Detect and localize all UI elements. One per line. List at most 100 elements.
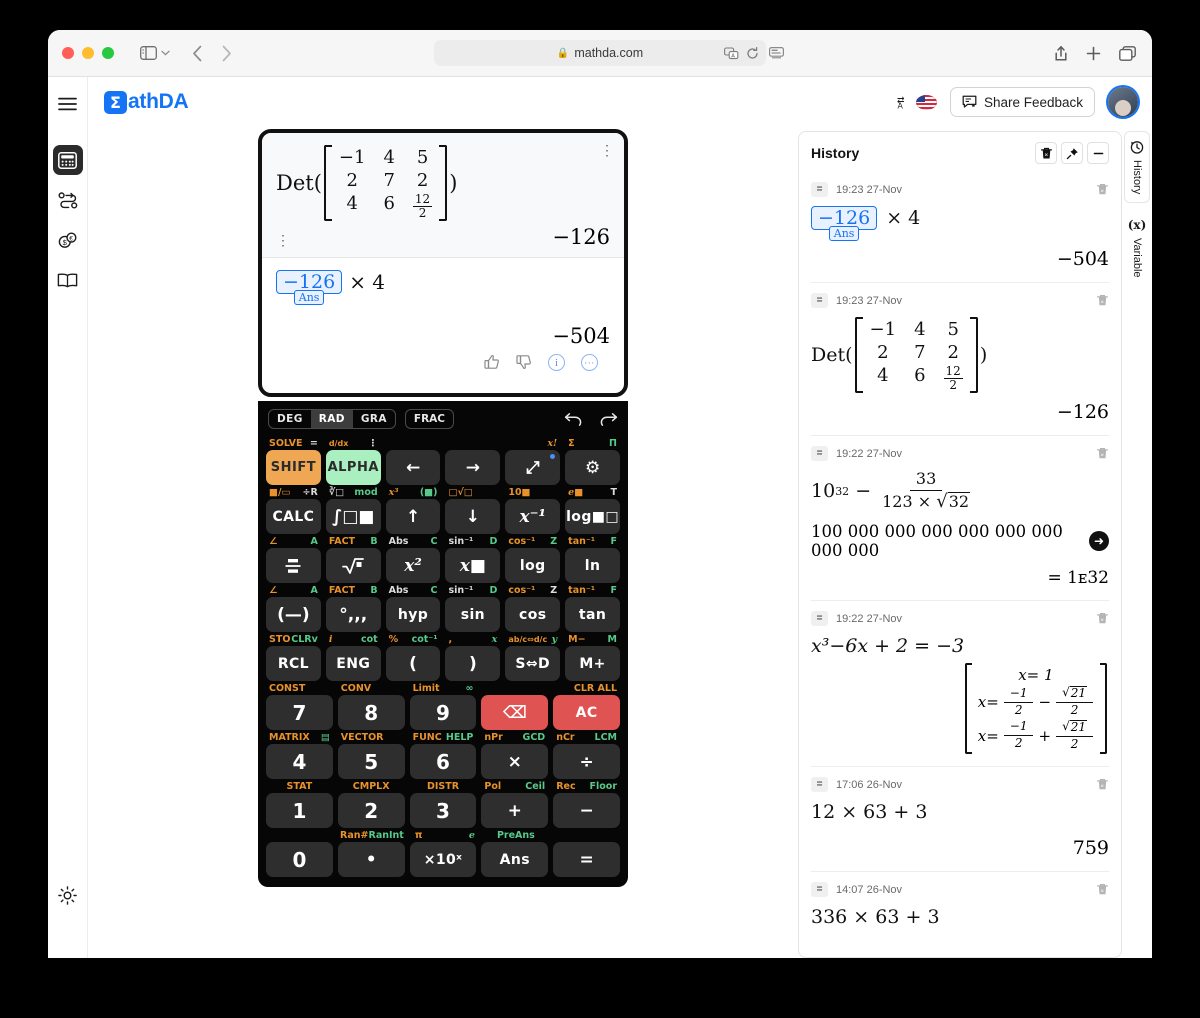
more-icon[interactable]: ···	[581, 354, 598, 372]
new-tab-icon[interactable]	[1086, 46, 1101, 61]
key-sqrt[interactable]	[325, 548, 381, 584]
key-decimal-point[interactable]: •	[337, 842, 405, 878]
reader-view-icon[interactable]	[769, 46, 784, 60]
pin-history-button[interactable]	[1061, 142, 1083, 164]
display-current-entry[interactable]: −126 Ans × 4 −504 i ···	[262, 258, 624, 393]
key-5[interactable]: 5	[337, 744, 405, 780]
language-selector[interactable]: ⇄ A	[897, 94, 937, 110]
key-3[interactable]: 3	[409, 793, 477, 829]
key-7[interactable]: 7	[266, 695, 333, 731]
key-down-arrow[interactable]: ↓	[445, 499, 501, 535]
key-4[interactable]: 4	[266, 744, 333, 780]
undo-icon[interactable]	[564, 412, 583, 427]
url-field[interactable]: 🔒 mathda.com A	[434, 40, 766, 66]
nav-arrows[interactable]	[192, 45, 232, 62]
key-up-arrow[interactable]: ↑	[385, 499, 441, 535]
key-ans[interactable]: Ans	[481, 842, 549, 878]
delete-history-item-button[interactable]: ✕	[1096, 183, 1109, 196]
key-expand[interactable]: ⤢	[505, 450, 561, 486]
window-traffic-lights[interactable]	[62, 47, 114, 59]
key-9[interactable]: 9	[409, 695, 477, 731]
mode-deg[interactable]: DEG	[269, 410, 311, 428]
sidebar-item-currency-converter[interactable]: $ €	[53, 225, 83, 255]
delete-history-item-button[interactable]: ✕	[1096, 612, 1109, 625]
key-fraction[interactable]	[266, 548, 321, 584]
reload-icon[interactable]	[746, 46, 759, 60]
avatar[interactable]	[1108, 87, 1138, 117]
angle-mode-toggle[interactable]: DEG RAD GRA	[268, 409, 396, 430]
close-window-button[interactable]	[62, 47, 74, 59]
key-close-paren[interactable]: )	[445, 646, 501, 682]
key-inverse[interactable]: x⁻¹	[505, 499, 561, 535]
key-open-paren[interactable]: (	[385, 646, 441, 682]
key-hyp[interactable]: hyp	[385, 597, 441, 633]
key-divide[interactable]: ÷	[553, 744, 620, 780]
minimize-history-button[interactable]	[1087, 142, 1109, 164]
entry-options-icon[interactable]: ⋮	[600, 143, 614, 157]
key-2[interactable]: 2	[337, 793, 405, 829]
history-item[interactable]: = 19:23 27-Nov ✕ −126 Ans × 4 −504	[811, 172, 1109, 283]
key-1[interactable]: 1	[266, 793, 333, 829]
redo-icon[interactable]	[599, 412, 618, 427]
key-log-base[interactable]: log■□	[565, 499, 620, 535]
key-s-to-d[interactable]: S⇔D	[505, 646, 561, 682]
key-left-arrow[interactable]: ←	[385, 450, 441, 486]
key-eng[interactable]: ENG	[325, 646, 381, 682]
history-item[interactable]: = 17:06 26-Nov ✕ 12 × 63 + 3 759	[811, 767, 1109, 873]
key-8[interactable]: 8	[337, 695, 405, 731]
history-item[interactable]: = 19:22 27-Nov ✕ 10 32 − 33 123 × √ 32 1…	[811, 436, 1109, 602]
key-log[interactable]: log	[505, 548, 561, 584]
key-sin[interactable]: sin	[445, 597, 501, 633]
key-dms[interactable]: °,,,	[325, 597, 381, 633]
history-item[interactable]: = 19:23 27-Nov ✕ Det(−1 4 5 2 7 2 4 6 1…	[811, 283, 1109, 437]
menu-icon[interactable]	[53, 89, 83, 119]
display-previous-entry[interactable]: ⋮ Det( −1 4 5 2 7 2 4 6 12 2) ⋮ −126	[262, 133, 624, 259]
key-right-arrow[interactable]: →	[445, 450, 501, 486]
mode-rad[interactable]: RAD	[310, 410, 353, 429]
key-x-squared[interactable]: x²	[385, 548, 441, 584]
delete-history-item-button[interactable]: ✕	[1096, 883, 1109, 896]
key-ln[interactable]: ln	[565, 548, 620, 584]
theme-toggle-button[interactable]	[53, 880, 83, 910]
key-shift[interactable]: SHIFT	[266, 450, 321, 486]
thumbs-up-icon[interactable]	[484, 354, 500, 370]
info-icon[interactable]: i	[548, 354, 565, 372]
key-times-ten-power[interactable]: ×10ˣ	[409, 842, 477, 878]
key-alpha[interactable]: ALPHA	[325, 450, 381, 486]
history-list[interactable]: = 19:23 27-Nov ✕ −126 Ans × 4 −504 = 19:…	[799, 172, 1121, 957]
ans-token[interactable]: −126 Ans	[276, 270, 343, 306]
key-minus[interactable]: −	[553, 793, 620, 829]
sidebar-toggle-icon[interactable]	[140, 46, 170, 60]
key-settings[interactable]: ⚙	[565, 450, 620, 486]
history-item[interactable]: = 19:22 27-Nov ✕ x³−6x + 2 = −3 x= 1 x= …	[811, 601, 1109, 768]
thumbs-down-icon[interactable]	[516, 354, 532, 370]
key-rcl[interactable]: RCL	[266, 646, 321, 682]
show-tabs-icon[interactable]	[1119, 45, 1136, 61]
tab-variable[interactable]: (x) Variable	[1122, 209, 1152, 287]
key-plus[interactable]: +	[481, 793, 549, 829]
share-icon[interactable]	[1054, 45, 1068, 62]
maximize-window-button[interactable]	[102, 47, 114, 59]
sidebar-item-unit-converter[interactable]	[53, 185, 83, 215]
key-integral[interactable]: ∫□■	[325, 499, 381, 535]
key-negative[interactable]: (—)	[266, 597, 321, 633]
key-delete[interactable]: ⌫	[481, 695, 549, 731]
delete-history-item-button[interactable]: ✕	[1096, 778, 1109, 791]
tab-history[interactable]: History	[1124, 131, 1150, 204]
expand-result-arrow-icon[interactable]: ➜	[1089, 531, 1109, 552]
sidebar-item-calculator[interactable]	[52, 145, 83, 175]
key-x-power[interactable]: x■	[445, 548, 501, 584]
key-calc[interactable]: CALC	[266, 499, 321, 535]
delete-history-item-button[interactable]: ✕	[1096, 294, 1109, 307]
key-0[interactable]: 0	[266, 842, 333, 878]
translate-icon[interactable]: A	[724, 46, 739, 60]
sidebar-item-dictionary[interactable]	[53, 265, 83, 295]
mode-gra[interactable]: GRA	[353, 410, 395, 428]
previous-entry-menu-icon[interactable]: ⋮	[276, 233, 290, 247]
brand-logo[interactable]: Σ athDA	[104, 90, 189, 114]
key-6[interactable]: 6	[409, 744, 477, 780]
frac-toggle-button[interactable]: FRAC	[404, 409, 454, 430]
key-tan[interactable]: tan	[565, 597, 620, 633]
key-multiply[interactable]: ×	[481, 744, 549, 780]
key-all-clear[interactable]: AC	[553, 695, 620, 731]
